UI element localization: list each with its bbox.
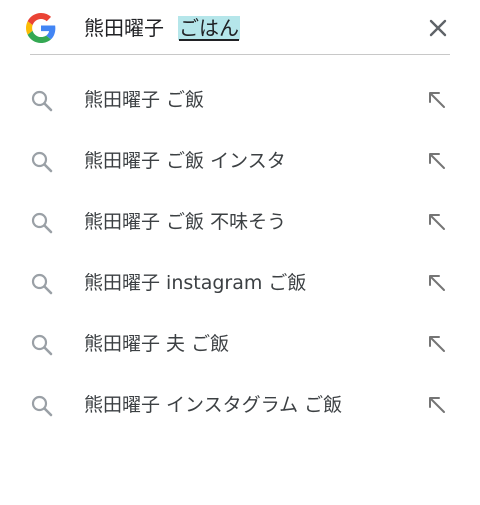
suggestion-item[interactable]: 熊田曜子 ご飯 bbox=[0, 70, 480, 131]
suggestion-item[interactable]: 熊田曜子 インスタグラム ご飯 bbox=[0, 375, 480, 436]
suggestion-text: 熊田曜子 ご飯 bbox=[84, 89, 205, 111]
search-divider bbox=[30, 54, 450, 55]
search-icon bbox=[31, 212, 53, 234]
arrow-up-left-icon[interactable] bbox=[426, 333, 448, 355]
search-input[interactable]: 熊田曜子 ごはん bbox=[84, 14, 240, 42]
suggestion-list: 熊田曜子 ご飯 熊田曜子 ご飯 インスタ 熊田曜子 ご飯 不味そう 熊田曜子 i… bbox=[0, 70, 480, 436]
suggestion-text: 熊田曜子 ご飯 インスタ bbox=[84, 150, 286, 172]
search-icon bbox=[31, 273, 53, 295]
suggestion-text: 熊田曜子 instagram ご飯 bbox=[84, 272, 307, 294]
suggestion-text: 熊田曜子 ご飯 不味そう bbox=[84, 211, 287, 233]
query-composing-text: ごはん bbox=[178, 16, 240, 40]
suggestion-item[interactable]: 熊田曜子 instagram ご飯 bbox=[0, 253, 480, 314]
arrow-up-left-icon[interactable] bbox=[426, 150, 448, 172]
arrow-up-left-icon[interactable] bbox=[426, 89, 448, 111]
arrow-up-left-icon[interactable] bbox=[426, 394, 448, 416]
suggestion-item[interactable]: 熊田曜子 ご飯 不味そう bbox=[0, 192, 480, 253]
suggestion-item[interactable]: 熊田曜子 ご飯 インスタ bbox=[0, 131, 480, 192]
search-bar: 熊田曜子 ごはん bbox=[0, 0, 480, 56]
suggestion-item[interactable]: 熊田曜子 夫 ご飯 bbox=[0, 314, 480, 375]
search-icon bbox=[31, 151, 53, 173]
arrow-up-left-icon[interactable] bbox=[426, 272, 448, 294]
google-logo-icon bbox=[26, 13, 56, 43]
suggestion-text: 熊田曜子 夫 ご飯 bbox=[84, 333, 230, 355]
search-icon bbox=[31, 90, 53, 112]
query-committed-text: 熊田曜子 bbox=[84, 16, 164, 40]
close-icon[interactable] bbox=[424, 14, 452, 42]
suggestion-text: 熊田曜子 インスタグラム ご飯 bbox=[84, 394, 343, 416]
arrow-up-left-icon[interactable] bbox=[426, 211, 448, 233]
search-icon bbox=[31, 395, 53, 417]
search-icon bbox=[31, 334, 53, 356]
